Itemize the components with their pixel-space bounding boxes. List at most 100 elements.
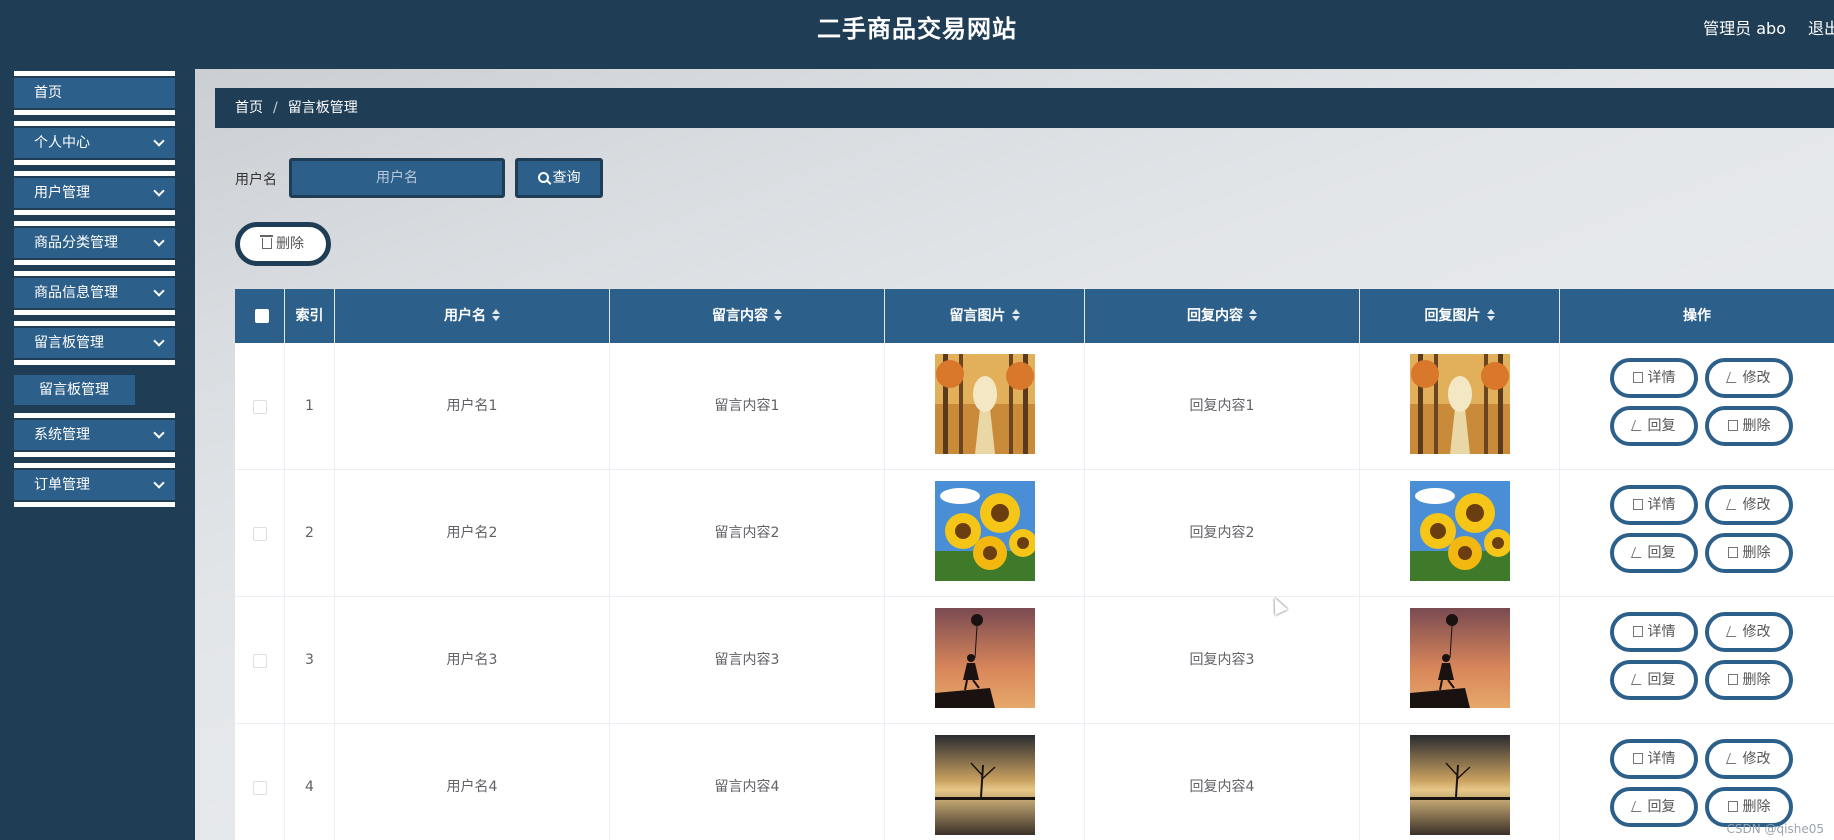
sidebar-item-label[interactable]: 商品信息管理 bbox=[14, 278, 175, 308]
sidebar-item-label[interactable]: 订单管理 bbox=[14, 470, 175, 500]
search-button[interactable]: 查询 bbox=[515, 158, 603, 198]
sidebar-item-label[interactable]: 个人中心 bbox=[14, 128, 175, 158]
sidebar-item-category-management[interactable]: 商品分类管理 bbox=[14, 221, 175, 265]
search-label: 用户名 bbox=[235, 172, 277, 188]
girl-balloon-sunset-image[interactable] bbox=[1410, 608, 1510, 708]
column-header-reply[interactable]: 回复内容 bbox=[1085, 289, 1360, 343]
autumn-forest-image[interactable] bbox=[1410, 354, 1510, 454]
reply-image-cell bbox=[1360, 597, 1560, 724]
admin-user-label: 管理员 abo bbox=[1703, 19, 1786, 38]
pen-icon bbox=[1630, 420, 1645, 431]
lake-tree-sunset-image[interactable] bbox=[1410, 735, 1510, 835]
reply-cell: 回复内容4 bbox=[1085, 724, 1360, 840]
reply-cell: 回复内容3 bbox=[1085, 597, 1360, 724]
edit-button-label: 修改 bbox=[1742, 624, 1771, 640]
row-delete-button[interactable]: 删除 bbox=[1705, 406, 1793, 446]
detail-button[interactable]: 详情 bbox=[1610, 485, 1698, 525]
sunflowers-image[interactable] bbox=[935, 481, 1035, 581]
username-search-input[interactable] bbox=[289, 158, 505, 198]
column-header-message-image[interactable]: 留言图片 bbox=[885, 289, 1085, 343]
select-all-cell bbox=[235, 289, 285, 343]
sort-icon[interactable] bbox=[1249, 309, 1257, 321]
sidebar-item-label[interactable]: 留言板管理 bbox=[14, 328, 175, 358]
sidebar-item-label[interactable]: 商品分类管理 bbox=[14, 228, 175, 258]
reply-image-cell bbox=[1360, 470, 1560, 597]
document-icon bbox=[1632, 499, 1643, 510]
pen-icon bbox=[1725, 499, 1740, 510]
sort-icon[interactable] bbox=[492, 309, 500, 321]
reply-button[interactable]: 回复 bbox=[1610, 533, 1698, 573]
reply-button[interactable]: 回复 bbox=[1610, 787, 1698, 827]
row-delete-label: 删除 bbox=[1742, 418, 1771, 434]
column-header-content[interactable]: 留言内容 bbox=[610, 289, 885, 343]
detail-button[interactable]: 详情 bbox=[1610, 739, 1698, 779]
table-header: 索引 用户名 留言内容 留言图片 回复内容 回复图片 操作 bbox=[235, 289, 1834, 343]
detail-button[interactable]: 详情 bbox=[1610, 612, 1698, 652]
detail-button-label: 详情 bbox=[1647, 624, 1676, 640]
table-row: 1 用户名1 留言内容1 回复内容1 详情 修改 回复 删除 bbox=[235, 343, 1834, 470]
logout-link[interactable]: 退出 bbox=[1808, 0, 1834, 58]
row-select-cell bbox=[235, 470, 285, 597]
autumn-forest-image[interactable] bbox=[935, 354, 1035, 454]
detail-button[interactable]: 详情 bbox=[1610, 358, 1698, 398]
detail-button-label: 详情 bbox=[1647, 370, 1676, 386]
username-cell: 用户名3 bbox=[335, 597, 610, 724]
reply-button[interactable]: 回复 bbox=[1610, 660, 1698, 700]
trash-icon bbox=[1727, 420, 1738, 431]
breadcrumb: 首页 / 留言板管理 bbox=[215, 88, 1834, 128]
breadcrumb-home[interactable]: 首页 bbox=[235, 100, 263, 116]
reply-button-label: 回复 bbox=[1647, 418, 1676, 434]
pen-icon bbox=[1630, 801, 1645, 812]
sort-icon[interactable] bbox=[1011, 309, 1020, 321]
sidebar-item-home[interactable]: 首页 bbox=[14, 71, 175, 115]
row-delete-button[interactable]: 删除 bbox=[1705, 787, 1793, 827]
edit-button[interactable]: 修改 bbox=[1705, 739, 1793, 779]
pen-icon bbox=[1630, 547, 1645, 558]
pen-icon bbox=[1725, 372, 1740, 383]
row-delete-button[interactable]: 删除 bbox=[1705, 533, 1793, 573]
content-cell: 留言内容1 bbox=[610, 343, 885, 470]
username-cell: 用户名1 bbox=[335, 343, 610, 470]
column-header-reply-image[interactable]: 回复图片 bbox=[1360, 289, 1560, 343]
row-delete-label: 删除 bbox=[1742, 545, 1771, 561]
reply-cell: 回复内容2 bbox=[1085, 470, 1360, 597]
batch-delete-button[interactable]: 删除 bbox=[235, 222, 331, 266]
row-delete-button[interactable]: 删除 bbox=[1705, 660, 1793, 700]
row-select-cell bbox=[235, 343, 285, 470]
trash-icon bbox=[1727, 674, 1738, 685]
sidebar-item-label[interactable]: 首页 bbox=[14, 78, 175, 108]
row-checkbox[interactable] bbox=[253, 527, 267, 541]
select-all-checkbox[interactable] bbox=[255, 309, 269, 323]
edit-button-label: 修改 bbox=[1742, 497, 1771, 513]
sidebar-item-label[interactable]: 系统管理 bbox=[14, 420, 175, 450]
sidebar-item-user-management[interactable]: 用户管理 bbox=[14, 171, 175, 215]
lake-tree-sunset-image[interactable] bbox=[935, 735, 1035, 835]
reply-button[interactable]: 回复 bbox=[1610, 406, 1698, 446]
sort-icon[interactable] bbox=[1486, 309, 1495, 321]
column-header-username[interactable]: 用户名 bbox=[335, 289, 610, 343]
sidebar-item-personal-center[interactable]: 个人中心 bbox=[14, 121, 175, 165]
sunflowers-image[interactable] bbox=[1410, 481, 1510, 581]
girl-balloon-sunset-image[interactable] bbox=[935, 608, 1035, 708]
message-image-cell bbox=[885, 724, 1085, 840]
row-checkbox[interactable] bbox=[253, 781, 267, 795]
row-checkbox[interactable] bbox=[253, 400, 267, 414]
sidebar-item-message-board[interactable]: 留言板管理 bbox=[14, 321, 175, 365]
sidebar-item-order-management[interactable]: 订单管理 bbox=[14, 463, 175, 507]
sidebar-subitem-message-board[interactable]: 留言板管理 bbox=[14, 375, 135, 405]
column-header-index: 索引 bbox=[285, 289, 335, 343]
site-title: 二手商品交易网站 bbox=[817, 15, 1017, 43]
sidebar-item-label[interactable]: 用户管理 bbox=[14, 178, 175, 208]
column-header-label: 用户名 bbox=[444, 308, 486, 324]
sidebar-item-system-management[interactable]: 系统管理 bbox=[14, 413, 175, 457]
column-header-actions: 操作 bbox=[1560, 289, 1834, 343]
sort-icon[interactable] bbox=[774, 309, 782, 321]
row-checkbox[interactable] bbox=[253, 654, 267, 668]
sidebar-item-product-management[interactable]: 商品信息管理 bbox=[14, 271, 175, 315]
edit-button[interactable]: 修改 bbox=[1705, 612, 1793, 652]
edit-button[interactable]: 修改 bbox=[1705, 485, 1793, 525]
edit-button[interactable]: 修改 bbox=[1705, 358, 1793, 398]
pen-icon bbox=[1725, 626, 1740, 637]
content-cell: 留言内容2 bbox=[610, 470, 885, 597]
column-header-label: 回复图片 bbox=[1424, 308, 1481, 324]
